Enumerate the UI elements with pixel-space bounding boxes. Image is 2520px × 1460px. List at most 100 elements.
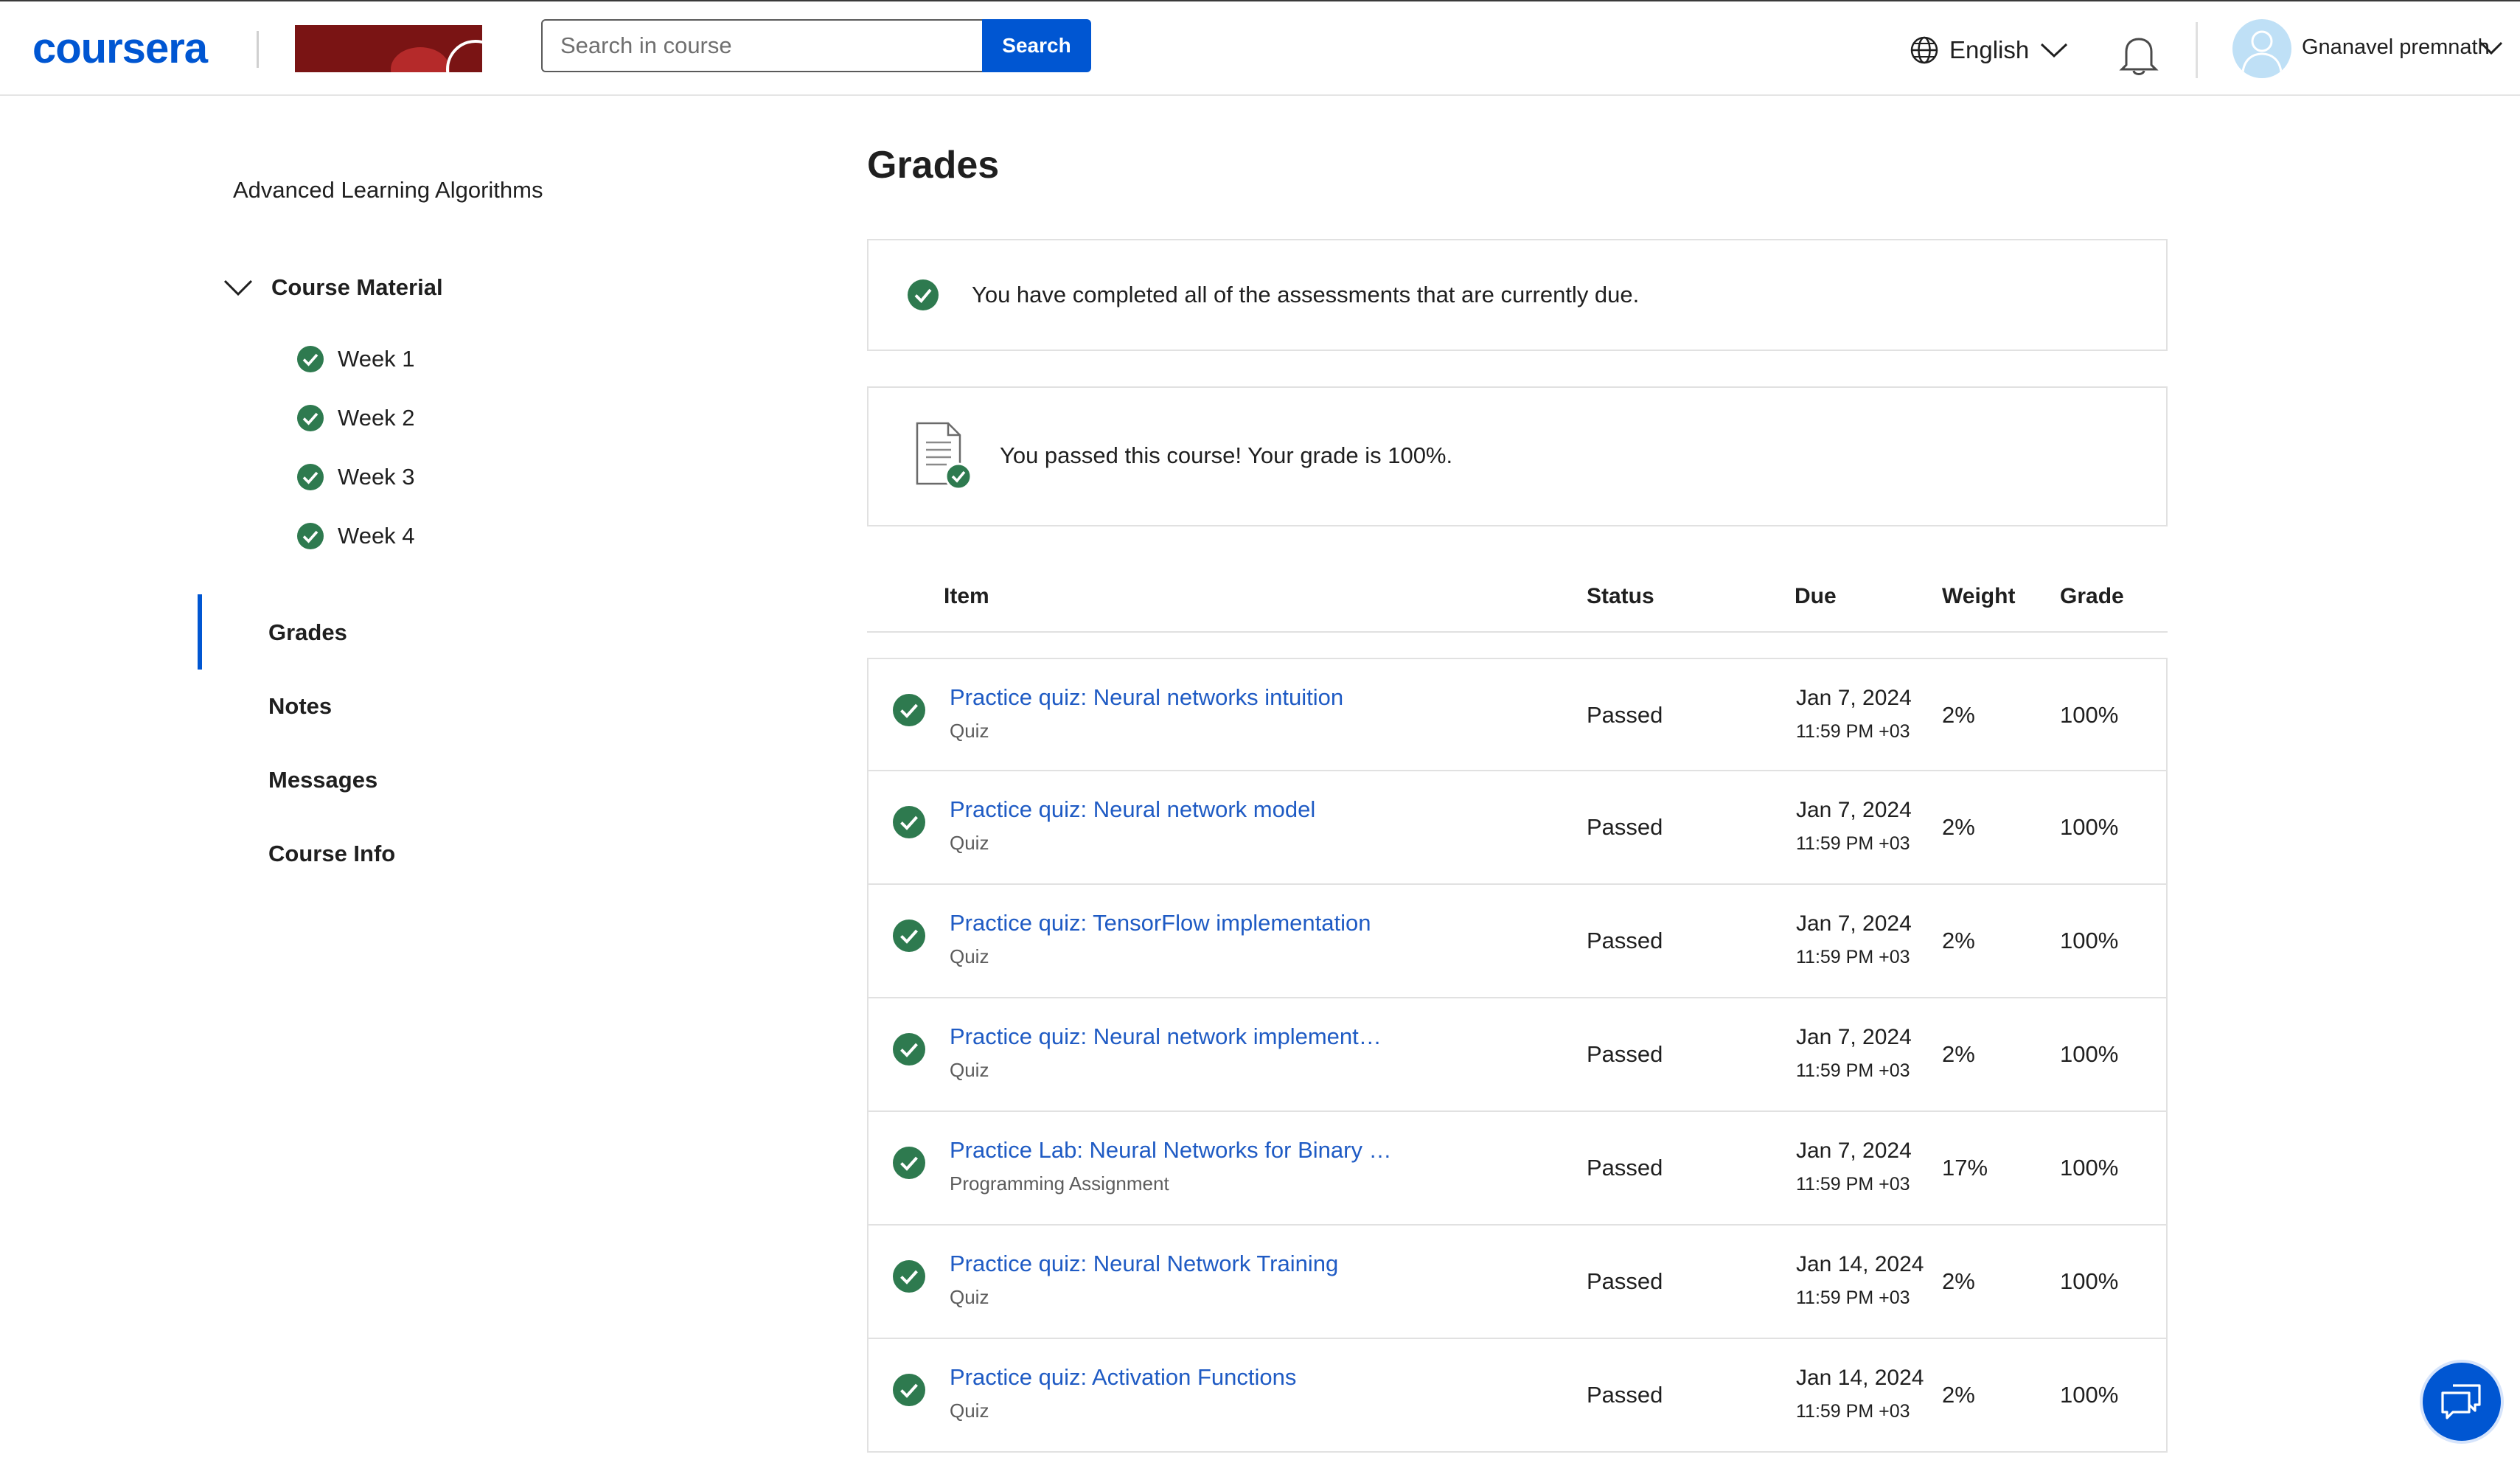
username[interactable]: Gnanavel premnath <box>2302 35 2490 60</box>
sidebar-item-notes[interactable]: Notes <box>268 693 332 720</box>
check-circle-icon <box>297 405 324 431</box>
table-row: Practice quiz: Activation Functions Quiz… <box>867 1339 2168 1453</box>
assessments-due-card: You have completed all of the assessment… <box>867 239 2168 351</box>
course-passed-card: You passed this course! Your grade is 10… <box>867 386 2168 526</box>
coursera-logo[interactable]: coursera <box>32 24 208 73</box>
search-button[interactable]: Search <box>982 19 1091 72</box>
globe-icon <box>1910 36 1938 64</box>
check-circle-icon <box>893 1374 925 1406</box>
check-circle-icon <box>893 1033 925 1066</box>
item-title-link[interactable]: Practice quiz: Neural network model <box>950 796 1315 823</box>
item-weight: 2% <box>1942 928 1975 953</box>
table-row: Practice quiz: Neural network implement…… <box>867 998 2168 1112</box>
item-title-link[interactable]: Practice quiz: Neural networks intuition <box>950 684 1343 711</box>
item-weight: 2% <box>1942 814 1975 840</box>
course-material-label: Course Material <box>271 274 443 300</box>
sidebar-item-grades[interactable]: Grades <box>268 619 347 646</box>
item-grade: 100% <box>2060 1382 2119 1408</box>
item-grade: 100% <box>2060 1268 2119 1294</box>
logo-divider <box>257 31 259 68</box>
partner-logo <box>295 25 482 72</box>
check-circle-icon <box>908 279 939 310</box>
due-date: Jan 7, 2024 <box>1796 1025 1912 1049</box>
due-time: 11:59 PM +03 <box>1796 947 1910 967</box>
check-circle-icon <box>893 694 925 726</box>
document-check-icon <box>916 422 972 490</box>
due-date: Jan 7, 2024 <box>1796 911 1912 936</box>
language-selector[interactable]: English <box>1910 31 2069 69</box>
search-input[interactable] <box>541 19 984 72</box>
item-grade: 100% <box>2060 928 2119 953</box>
item-status: Passed <box>1587 1268 1663 1294</box>
item-title-link[interactable]: Practice quiz: Neural Network Training <box>950 1251 1338 1277</box>
sidebar-item-week-4[interactable]: Week 4 <box>296 522 415 550</box>
check-circle-icon <box>297 464 324 490</box>
due-date: Jan 14, 2024 <box>1796 1366 1924 1390</box>
item-status: Passed <box>1587 1382 1663 1408</box>
item-type: Quiz <box>950 1286 989 1308</box>
item-status: Passed <box>1587 1041 1663 1067</box>
sidebar-item-week-1[interactable]: Week 1 <box>296 345 415 373</box>
due-time: 11:59 PM +03 <box>1796 1401 1910 1422</box>
due-date: Jan 7, 2024 <box>1796 798 1912 822</box>
column-header-status: Status <box>1587 584 1654 608</box>
item-grade: 100% <box>2060 814 2119 840</box>
sidebar-item-messages[interactable]: Messages <box>268 767 377 793</box>
item-weight: 2% <box>1942 1268 1975 1294</box>
chat-support-button[interactable] <box>2420 1360 2504 1444</box>
due-time: 11:59 PM +03 <box>1796 1174 1910 1195</box>
week-label: Week 3 <box>338 464 415 490</box>
item-weight: 2% <box>1942 702 1975 728</box>
table-row: Practice quiz: Neural network model Quiz… <box>867 771 2168 885</box>
due-time: 11:59 PM +03 <box>1796 721 1910 742</box>
passed-message: You passed this course! Your grade is 10… <box>1000 442 1453 468</box>
item-title-link[interactable]: Practice quiz: Neural network implement… <box>950 1023 1382 1050</box>
header-divider <box>2196 22 2198 78</box>
week-label: Week 2 <box>338 405 415 431</box>
due-date: Jan 7, 2024 <box>1796 1139 1912 1163</box>
chevron-down-icon <box>223 279 253 296</box>
table-row: Practice quiz: Neural Network Training Q… <box>867 1226 2168 1339</box>
item-title-link[interactable]: Practice quiz: Activation Functions <box>950 1364 1296 1391</box>
check-circle-icon <box>893 806 925 838</box>
item-type: Quiz <box>950 1059 989 1081</box>
chevron-down-icon[interactable] <box>2479 40 2504 56</box>
check-circle-icon <box>893 920 925 952</box>
language-label: English <box>1949 36 2030 63</box>
table-row: Practice quiz: TensorFlow implementation… <box>867 885 2168 998</box>
page-title: Grades <box>867 144 1000 187</box>
column-header-weight: Weight <box>1942 584 2016 608</box>
sidebar-item-week-2[interactable]: Week 2 <box>296 404 415 432</box>
table-row: Practice Lab: Neural Networks for Binary… <box>867 1112 2168 1226</box>
table-header-divider <box>867 631 2168 633</box>
course-material-toggle[interactable]: Course Material <box>223 274 443 301</box>
sidebar-item-week-3[interactable]: Week 3 <box>296 463 415 491</box>
sidebar-item-course-info[interactable]: Course Info <box>268 841 395 867</box>
week-label: Week 4 <box>338 523 415 549</box>
due-message: You have completed all of the assessment… <box>972 282 1640 307</box>
avatar[interactable] <box>2232 19 2291 78</box>
item-status: Passed <box>1587 1155 1663 1181</box>
course-title[interactable]: Advanced Learning Algorithms <box>233 177 543 204</box>
due-time: 11:59 PM +03 <box>1796 1060 1910 1081</box>
due-date: Jan 14, 2024 <box>1796 1252 1924 1276</box>
item-grade: 100% <box>2060 1155 2119 1181</box>
item-weight: 2% <box>1942 1041 1975 1067</box>
chat-icon <box>2441 1384 2481 1419</box>
due-time: 11:59 PM +03 <box>1796 833 1910 854</box>
column-header-grade: Grade <box>2060 584 2124 608</box>
item-status: Passed <box>1587 928 1663 953</box>
notification-bell-icon[interactable] <box>2117 32 2160 77</box>
item-type: Quiz <box>950 832 989 854</box>
check-circle-icon <box>297 346 324 372</box>
item-grade: 100% <box>2060 1041 2119 1067</box>
item-type: Quiz <box>950 720 989 742</box>
item-grade: 100% <box>2060 702 2119 728</box>
check-circle-icon <box>893 1260 925 1293</box>
item-title-link[interactable]: Practice Lab: Neural Networks for Binary… <box>950 1137 1392 1164</box>
due-date: Jan 7, 2024 <box>1796 686 1912 710</box>
item-type: Programming Assignment <box>950 1172 1169 1195</box>
item-title-link[interactable]: Practice quiz: TensorFlow implementation <box>950 910 1371 936</box>
item-type: Quiz <box>950 945 989 967</box>
active-nav-indicator <box>198 594 202 670</box>
